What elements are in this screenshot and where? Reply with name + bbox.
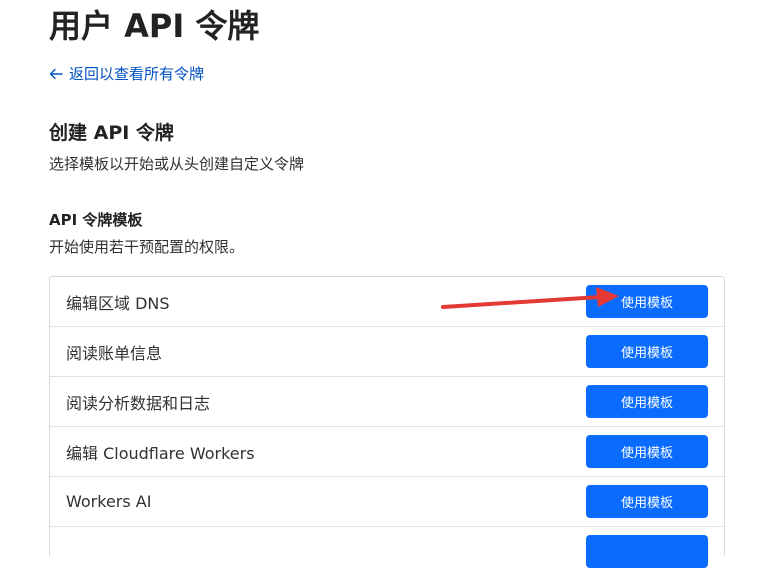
template-label: 编辑 Cloudflare Workers — [66, 443, 255, 463]
page-title: 用户 API 令牌 — [49, 7, 260, 45]
template-list: 编辑区域 DNS 使用模板 阅读账单信息 使用模板 阅读分析数据和日志 使用模板… — [49, 276, 725, 568]
create-token-heading: 创建 API 令牌 — [49, 122, 174, 144]
template-row-read-billing: 阅读账单信息 使用模板 — [50, 327, 724, 377]
templates-description: 开始使用若干预配置的权限。 — [49, 238, 245, 256]
template-row-edit-zone-dns: 编辑区域 DNS 使用模板 — [50, 277, 724, 327]
template-label: 阅读账单信息 — [66, 343, 163, 363]
use-template-button-partial[interactable] — [586, 535, 708, 568]
template-label: 编辑区域 DNS — [66, 293, 170, 313]
template-row-edit-workers: 编辑 Cloudflare Workers 使用模板 — [50, 427, 724, 477]
use-template-button-workers-ai[interactable]: 使用模板 — [586, 485, 708, 518]
template-row-read-analytics: 阅读分析数据和日志 使用模板 — [50, 377, 724, 427]
template-label: Workers AI — [66, 492, 152, 511]
template-label: 阅读分析数据和日志 — [66, 393, 211, 413]
create-token-description: 选择模板以开始或从头创建自定义令牌 — [49, 155, 305, 173]
template-row-workers-ai: Workers AI 使用模板 — [50, 477, 724, 527]
use-template-button-edit-workers[interactable]: 使用模板 — [586, 435, 708, 468]
use-template-button-edit-zone-dns[interactable]: 使用模板 — [586, 285, 708, 318]
use-template-button-read-analytics[interactable]: 使用模板 — [586, 385, 708, 418]
templates-heading: API 令牌模板 — [49, 211, 143, 229]
template-row-partial — [50, 527, 724, 577]
use-template-button-read-billing[interactable]: 使用模板 — [586, 335, 708, 368]
back-link-label: 返回以查看所有令牌 — [69, 65, 205, 83]
back-to-tokens-link[interactable]: 返回以查看所有令牌 — [49, 64, 204, 84]
arrow-left-icon — [49, 68, 63, 80]
